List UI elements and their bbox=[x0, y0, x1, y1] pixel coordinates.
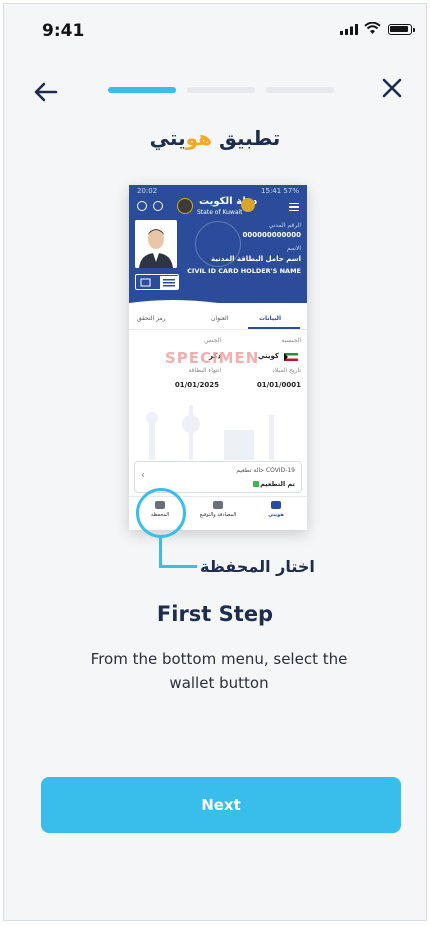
progress-segment-3 bbox=[266, 87, 334, 93]
emblem-icon bbox=[177, 198, 193, 214]
id-card-icon bbox=[271, 501, 281, 509]
step-description: From the bottom menu, select the wallet … bbox=[90, 650, 348, 692]
next-button[interactable]: Next bbox=[41, 777, 401, 833]
digital-id-card-header: 20:02 15:41 57% دولة الكويت State of Kuw… bbox=[129, 185, 307, 303]
phone-preview: 20:02 15:41 57% دولة الكويت State of Kuw… bbox=[129, 185, 307, 530]
preview-nav-identity: هويتي bbox=[251, 501, 301, 518]
close-icon[interactable] bbox=[380, 76, 404, 100]
back-arrow-icon[interactable] bbox=[32, 78, 60, 106]
preview-nav-auth: المصادقة والتوقيع bbox=[193, 501, 243, 518]
birth-value: 01/01/0001 bbox=[256, 381, 301, 389]
bell-icon bbox=[137, 201, 147, 211]
chevron-left-icon: ‹ bbox=[141, 470, 145, 481]
card-wave bbox=[129, 300, 307, 309]
civil-id-number: 000000000000 bbox=[242, 231, 301, 239]
wifi-icon bbox=[364, 22, 381, 34]
cellular-signal-icon bbox=[340, 24, 358, 35]
expiry-label: انتهاء البطاقة bbox=[188, 367, 221, 374]
preview-status-right: 15:41 57% bbox=[261, 187, 299, 195]
civil-id-label: الرقم المدني bbox=[268, 222, 301, 229]
brand-accent: هو bbox=[185, 126, 212, 150]
preview-tab-address: العنوان bbox=[211, 315, 229, 322]
holder-name-ar: اسم حامل البطاقة المدنية bbox=[211, 255, 301, 263]
callout-connector bbox=[159, 538, 162, 568]
nationality-label: الجنسية bbox=[281, 337, 301, 344]
preview-tab-verify: رمز التحقق bbox=[137, 315, 166, 322]
kuwait-emblem-icon bbox=[241, 198, 255, 212]
brand-suffix: يتي bbox=[149, 126, 186, 150]
name-label: الاسم bbox=[286, 245, 301, 252]
preview-tab-data: البيانات bbox=[259, 315, 281, 322]
step-progress bbox=[108, 87, 334, 93]
app-brand: تطبيق هويتي bbox=[4, 126, 426, 150]
refresh-icon bbox=[153, 201, 163, 211]
id-photo bbox=[135, 220, 177, 268]
nationality-value: كويتي bbox=[257, 352, 279, 360]
menu-icon bbox=[289, 203, 299, 211]
battery-icon bbox=[388, 24, 415, 35]
step-title: First Step bbox=[156, 602, 274, 626]
specimen-watermark: SPECIMEN bbox=[165, 349, 260, 367]
wallet-highlight-ring bbox=[136, 488, 186, 538]
covid-status: تم التطعيم bbox=[260, 480, 295, 488]
progress-segment-2 bbox=[187, 87, 255, 93]
covid-label: حالة تطعيم COVID-19 bbox=[236, 467, 295, 474]
shield-icon bbox=[213, 501, 223, 509]
active-tab-indicator bbox=[248, 327, 300, 329]
vaccinated-indicator bbox=[253, 481, 259, 487]
city-skyline-watermark bbox=[146, 405, 274, 460]
card-toggle-icons bbox=[140, 276, 178, 289]
kuwait-flag-icon bbox=[284, 353, 298, 361]
expiry-value: 01/01/2025 bbox=[174, 381, 219, 389]
screen: 9:41 تطبيق هويتي 20:02 15:41 57% دولة ال… bbox=[3, 3, 427, 921]
birth-label: تاريخ الميلاد bbox=[272, 367, 301, 374]
preview-status-time: 20:02 bbox=[137, 187, 158, 195]
holder-name-en: CIVIL ID CARD HOLDER'S NAME bbox=[187, 267, 301, 275]
sex-label: الجنس bbox=[204, 337, 221, 344]
callout-label: اختار المحفظة bbox=[200, 557, 315, 576]
callout-connector-horizontal bbox=[159, 565, 197, 568]
brand-prefix: تطبيق bbox=[212, 126, 281, 150]
person-photo-icon bbox=[135, 220, 177, 268]
card-view-toggle bbox=[135, 274, 179, 290]
state-name: State of Kuwait bbox=[197, 209, 243, 216]
preview-tabs: البيانات العنوان رمز التحقق bbox=[129, 309, 307, 330]
status-bar: 9:41 bbox=[4, 4, 426, 54]
status-time: 9:41 bbox=[42, 21, 85, 41]
progress-segment-1 bbox=[108, 87, 176, 93]
